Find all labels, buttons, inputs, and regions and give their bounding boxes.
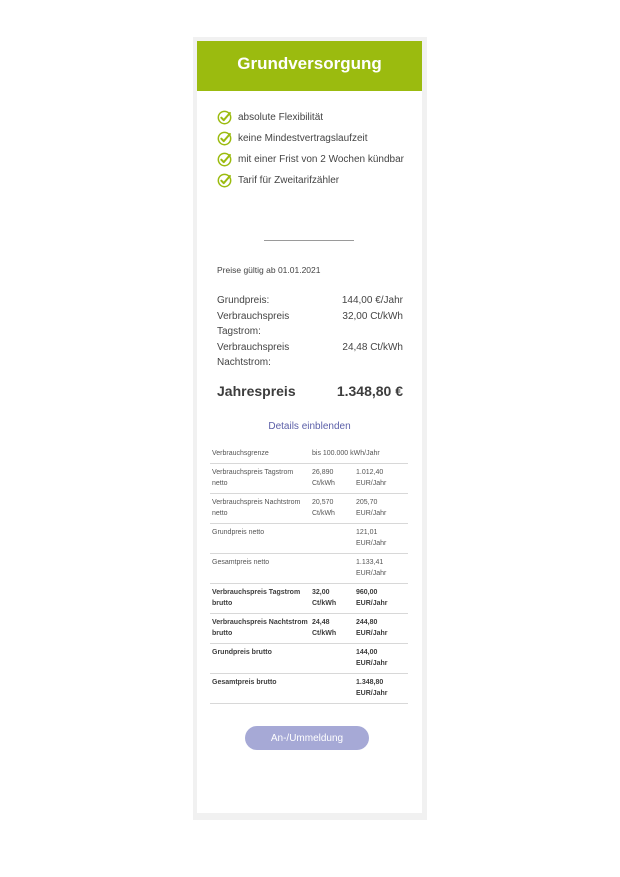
table-cell: 960,00 EUR/Jahr [354, 583, 408, 614]
table-row: Grundpreis netto 121,01 EUR/Jahr [210, 523, 408, 554]
price-summary: Grundpreis: 144,00 €/Jahr Verbrauchsprei… [217, 293, 403, 371]
table-cell: Verbrauchspreis Nachtstrom brutto [210, 613, 310, 644]
check-icon [217, 110, 232, 125]
feature-text: mit einer Frist von 2 Wochen kündbar [238, 154, 405, 165]
check-icon [217, 152, 232, 167]
table-row: Verbrauchspreis Tagstrom brutto 32,00 Ct… [210, 583, 408, 614]
table-cell: 121,01 EUR/Jahr [354, 523, 408, 554]
table-cell: Verbrauchspreis Tagstrom netto [210, 463, 310, 494]
feature-list: absolute Flexibilität keine Mindestvertr… [217, 110, 417, 194]
price-value: 144,00 €/Jahr [341, 295, 403, 306]
table-cell: 32,00 Ct/kWh [310, 583, 354, 614]
table-cell [310, 643, 354, 674]
price-label: Verbrauchspreis Nachtstrom: [217, 342, 290, 368]
price-row: Verbrauchspreis Nachtstrom: 24,48 Ct/kWh [217, 340, 403, 370]
table-cell [310, 523, 354, 554]
feature-item: keine Mindestvertragslaufzeit [217, 131, 417, 146]
table-row: Verbrauchspreis Nachtstrom brutto 24,48 … [210, 613, 408, 644]
table-row: Verbrauchspreis Tagstrom netto 26,890 Ct… [210, 463, 408, 494]
price-label: Verbrauchspreis Tagstrom: [217, 311, 290, 337]
price-label: Grundpreis: [217, 295, 270, 306]
feature-text: absolute Flexibilität [238, 112, 324, 123]
feature-text: keine Mindestvertragslaufzeit [238, 133, 368, 144]
feature-item: mit einer Frist von 2 Wochen kündbar [217, 152, 417, 167]
table-cell: Verbrauchsgrenze [210, 445, 310, 464]
table-row: Grundpreis brutto 144,00 EUR/Jahr [210, 643, 408, 674]
table-cell: Verbrauchspreis Nachtstrom netto [210, 493, 310, 524]
table-row: Gesamtpreis brutto 1.348,80 EUR/Jahr [210, 673, 408, 704]
table-cell: Grundpreis brutto [210, 643, 310, 674]
table-cell [310, 673, 354, 704]
feature-item: absolute Flexibilität [217, 110, 417, 125]
feature-text: Tarif für Zweitarifzähler [238, 175, 340, 186]
table-cell: 1.133,41 EUR/Jahr [354, 553, 408, 584]
tariff-card-frame: Grundversorgung absolute Flexibilität ke… [193, 37, 427, 820]
table-cell: 26,890 Ct/kWh [310, 463, 354, 494]
details-table: Verbrauchsgrenze bis 100.000 kWh/Jahr Ve… [210, 445, 408, 704]
table-cell [310, 553, 354, 584]
table-cell: 244,80 EUR/Jahr [354, 613, 408, 644]
price-row: Verbrauchspreis Tagstrom: 32,00 Ct/kWh [217, 309, 403, 339]
table-cell: Verbrauchspreis Tagstrom brutto [210, 583, 310, 614]
table-cell: 144,00 EUR/Jahr [354, 643, 408, 674]
details-toggle-link[interactable]: Details einblenden [197, 421, 422, 432]
price-row: Grundpreis: 144,00 €/Jahr [217, 293, 403, 308]
tariff-title: Grundversorgung [197, 41, 422, 91]
table-cell: Grundpreis netto [210, 523, 310, 554]
price-validity: Preise gültig ab 01.01.2021 [217, 265, 321, 275]
check-icon [217, 131, 232, 146]
price-value: 24,48 Ct/kWh [342, 342, 403, 353]
table-row: Verbrauchspreis Nachtstrom netto 20,570 … [210, 493, 408, 524]
check-icon [217, 173, 232, 188]
table-cell: 1.348,80 EUR/Jahr [354, 673, 408, 704]
table-cell: 20,570 Ct/kWh [310, 493, 354, 524]
feature-item: Tarif für Zweitarifzähler [217, 173, 417, 188]
tariff-card: Grundversorgung absolute Flexibilität ke… [197, 41, 422, 813]
table-cell: 24,48 Ct/kWh [310, 613, 354, 644]
table-row: Verbrauchsgrenze bis 100.000 kWh/Jahr [210, 445, 408, 464]
registration-button[interactable]: An-/Ummeldung [245, 726, 369, 750]
table-cell: 1.012,40 EUR/Jahr [354, 463, 408, 494]
annual-price-value: 1.348,80 € [336, 383, 403, 399]
annual-price-label: Jahrespreis [217, 383, 296, 399]
price-value: 32,00 Ct/kWh [342, 311, 403, 322]
table-cell: Gesamtpreis netto [210, 553, 310, 584]
table-cell: bis 100.000 kWh/Jahr [310, 445, 408, 464]
table-cell: Gesamtpreis brutto [210, 673, 310, 704]
annual-price: Jahrespreis 1.348,80 € [217, 383, 403, 399]
table-cell: 205,70 EUR/Jahr [354, 493, 408, 524]
table-row: Gesamtpreis netto 1.133,41 EUR/Jahr [210, 553, 408, 584]
divider [264, 240, 354, 241]
